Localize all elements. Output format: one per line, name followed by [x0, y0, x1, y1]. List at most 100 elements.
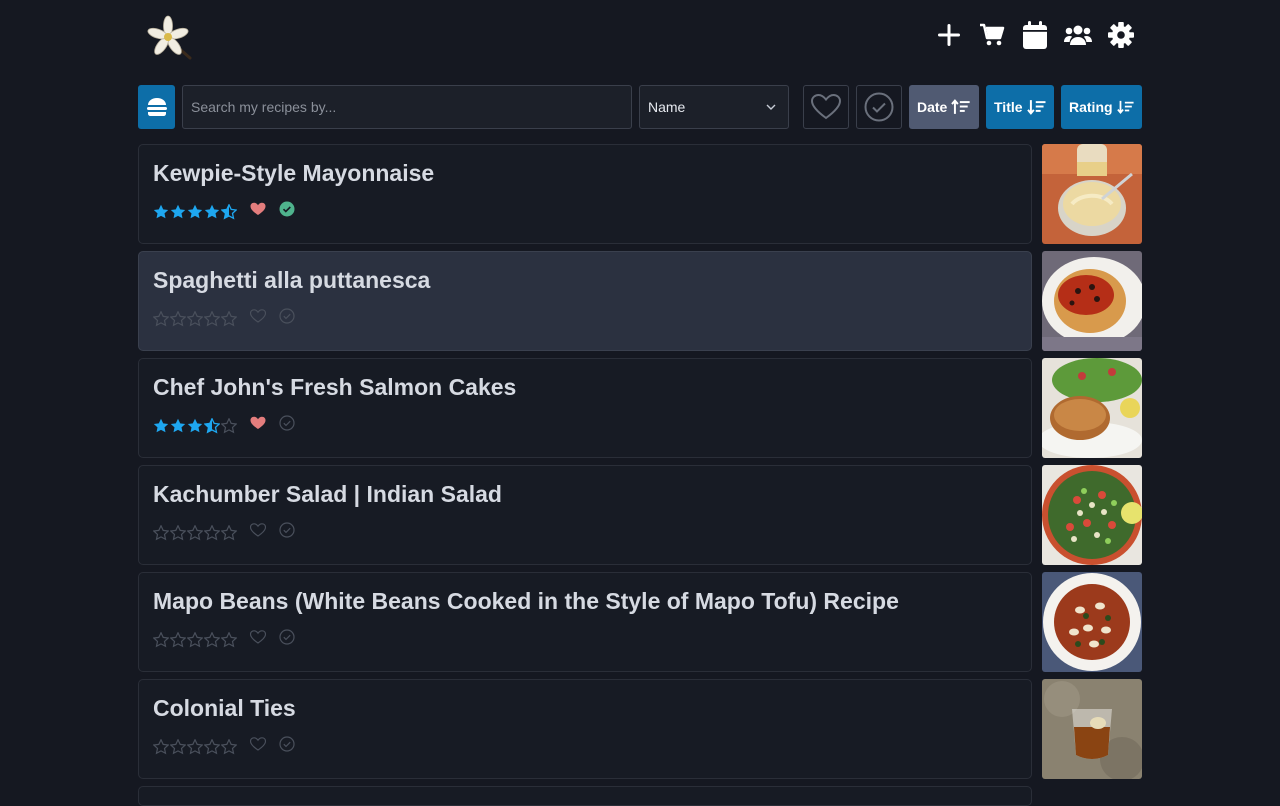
- household-button[interactable]: [1056, 20, 1099, 50]
- star-empty-icon[interactable]: [170, 524, 186, 541]
- cart-icon: [979, 23, 1004, 46]
- star-empty-icon[interactable]: [204, 738, 220, 755]
- recipe-card[interactable]: Colonial Ties: [138, 679, 1032, 779]
- star-empty-icon[interactable]: [221, 310, 237, 327]
- recipe-card[interactable]: Kachumber Salad | Indian Salad: [138, 465, 1032, 565]
- heart-outline-icon: [249, 309, 267, 323]
- favorite-heart-icon[interactable]: [249, 523, 267, 542]
- sort-rating-label: Rating: [1069, 99, 1113, 115]
- star-filled-icon[interactable]: [153, 418, 169, 434]
- shopping-cart-button[interactable]: [970, 20, 1013, 50]
- rating-stars[interactable]: [153, 417, 237, 434]
- favorite-heart-icon[interactable]: [249, 630, 267, 649]
- search-by-value: Name: [648, 99, 686, 115]
- recipe-card[interactable]: Spaghetti alla puttanesca: [138, 251, 1032, 351]
- heart-filled-icon: [250, 202, 266, 215]
- menu-button[interactable]: [138, 85, 175, 129]
- star-half-icon[interactable]: [221, 203, 237, 220]
- recipe-meta: [153, 629, 295, 650]
- heart-outline-icon: [249, 737, 267, 751]
- check-circle-icon: [279, 308, 295, 324]
- search-input[interactable]: [182, 85, 632, 129]
- star-empty-icon[interactable]: [187, 738, 203, 755]
- recipe-title: Kewpie-Style Mayonnaise: [153, 160, 435, 186]
- meal-planner-button[interactable]: [1013, 20, 1056, 50]
- star-filled-icon[interactable]: [153, 204, 169, 220]
- cooked-check-icon[interactable]: [279, 201, 295, 222]
- heart-filled-icon: [250, 416, 266, 429]
- rating-stars[interactable]: [153, 310, 237, 327]
- star-half-icon[interactable]: [204, 417, 220, 434]
- star-empty-icon[interactable]: [221, 417, 237, 434]
- cocktail-photo[interactable]: [1042, 679, 1142, 779]
- sort-rating-button[interactable]: Rating: [1061, 85, 1142, 129]
- star-filled-icon[interactable]: [204, 204, 220, 220]
- check-circle-icon: [279, 736, 295, 752]
- recipe-card[interactable]: Mapo Beans (White Beans Cooked in the St…: [138, 572, 1032, 672]
- mapo-beans-photo[interactable]: [1042, 572, 1142, 672]
- star-empty-icon[interactable]: [204, 631, 220, 648]
- search-by-select[interactable]: Name: [639, 85, 789, 129]
- star-filled-icon[interactable]: [187, 204, 203, 220]
- settings-button[interactable]: [1099, 20, 1142, 50]
- recipe-card[interactable]: [138, 786, 1032, 806]
- star-empty-icon[interactable]: [153, 310, 169, 327]
- cooked-check-icon[interactable]: [279, 308, 295, 329]
- star-empty-icon[interactable]: [221, 738, 237, 755]
- salmon-cake-photo[interactable]: [1042, 358, 1142, 458]
- recipe-card[interactable]: Kewpie-Style Mayonnaise: [138, 144, 1032, 244]
- mayonnaise-photo[interactable]: [1042, 144, 1142, 244]
- recipe-row: Spaghetti alla puttanesca: [138, 251, 1142, 351]
- star-empty-icon[interactable]: [204, 524, 220, 541]
- favorite-heart-icon[interactable]: [250, 416, 266, 435]
- cooked-check-icon[interactable]: [279, 522, 295, 543]
- recipe-meta: [153, 201, 295, 222]
- star-empty-icon[interactable]: [221, 631, 237, 648]
- salad-photo[interactable]: [1042, 465, 1142, 565]
- cooked-check-icon[interactable]: [279, 736, 295, 757]
- star-empty-icon[interactable]: [153, 738, 169, 755]
- recipe-meta: [153, 308, 295, 329]
- rating-stars[interactable]: [153, 631, 237, 648]
- star-filled-icon[interactable]: [170, 204, 186, 220]
- rating-stars[interactable]: [153, 738, 237, 755]
- star-empty-icon[interactable]: [153, 631, 169, 648]
- cooked-check-icon[interactable]: [279, 629, 295, 650]
- star-empty-icon[interactable]: [204, 310, 220, 327]
- recipe-title: Colonial Ties: [153, 695, 296, 721]
- users-icon: [1063, 25, 1092, 45]
- star-filled-icon[interactable]: [187, 418, 203, 434]
- cooked-check-icon[interactable]: [279, 415, 295, 436]
- star-filled-icon[interactable]: [170, 418, 186, 434]
- star-empty-icon[interactable]: [170, 631, 186, 648]
- heart-outline-icon: [811, 94, 841, 120]
- check-circle-icon: [279, 629, 295, 645]
- rating-stars[interactable]: [153, 203, 237, 220]
- burger-icon: [146, 98, 167, 116]
- recipe-card[interactable]: Chef John's Fresh Salmon Cakes: [138, 358, 1032, 458]
- star-empty-icon[interactable]: [187, 631, 203, 648]
- star-empty-icon[interactable]: [187, 310, 203, 327]
- recipe-row: Kachumber Salad | Indian Salad: [138, 465, 1142, 565]
- sort-date-button[interactable]: Date: [909, 85, 979, 129]
- star-empty-icon[interactable]: [170, 738, 186, 755]
- spaghetti-photo[interactable]: [1042, 251, 1142, 351]
- recipe-title: Chef John's Fresh Salmon Cakes: [153, 374, 517, 400]
- star-empty-icon[interactable]: [221, 524, 237, 541]
- recipe-row: Mapo Beans (White Beans Cooked in the St…: [138, 572, 1142, 672]
- favorites-filter-button[interactable]: [803, 85, 849, 129]
- rating-stars[interactable]: [153, 524, 237, 541]
- star-empty-icon[interactable]: [153, 524, 169, 541]
- star-empty-icon[interactable]: [187, 524, 203, 541]
- search-toolbar: Name Date Title Rating: [138, 85, 1142, 130]
- add-recipe-button[interactable]: [927, 20, 970, 50]
- cooked-filter-button[interactable]: [856, 85, 902, 129]
- check-circle-icon: [279, 415, 295, 431]
- heart-outline-icon: [249, 630, 267, 644]
- sort-title-button[interactable]: Title: [986, 85, 1054, 129]
- favorite-heart-icon[interactable]: [249, 737, 267, 756]
- favorite-heart-icon[interactable]: [249, 309, 267, 328]
- star-empty-icon[interactable]: [170, 310, 186, 327]
- vanilla-flower-logo[interactable]: [144, 14, 192, 60]
- favorite-heart-icon[interactable]: [250, 202, 266, 221]
